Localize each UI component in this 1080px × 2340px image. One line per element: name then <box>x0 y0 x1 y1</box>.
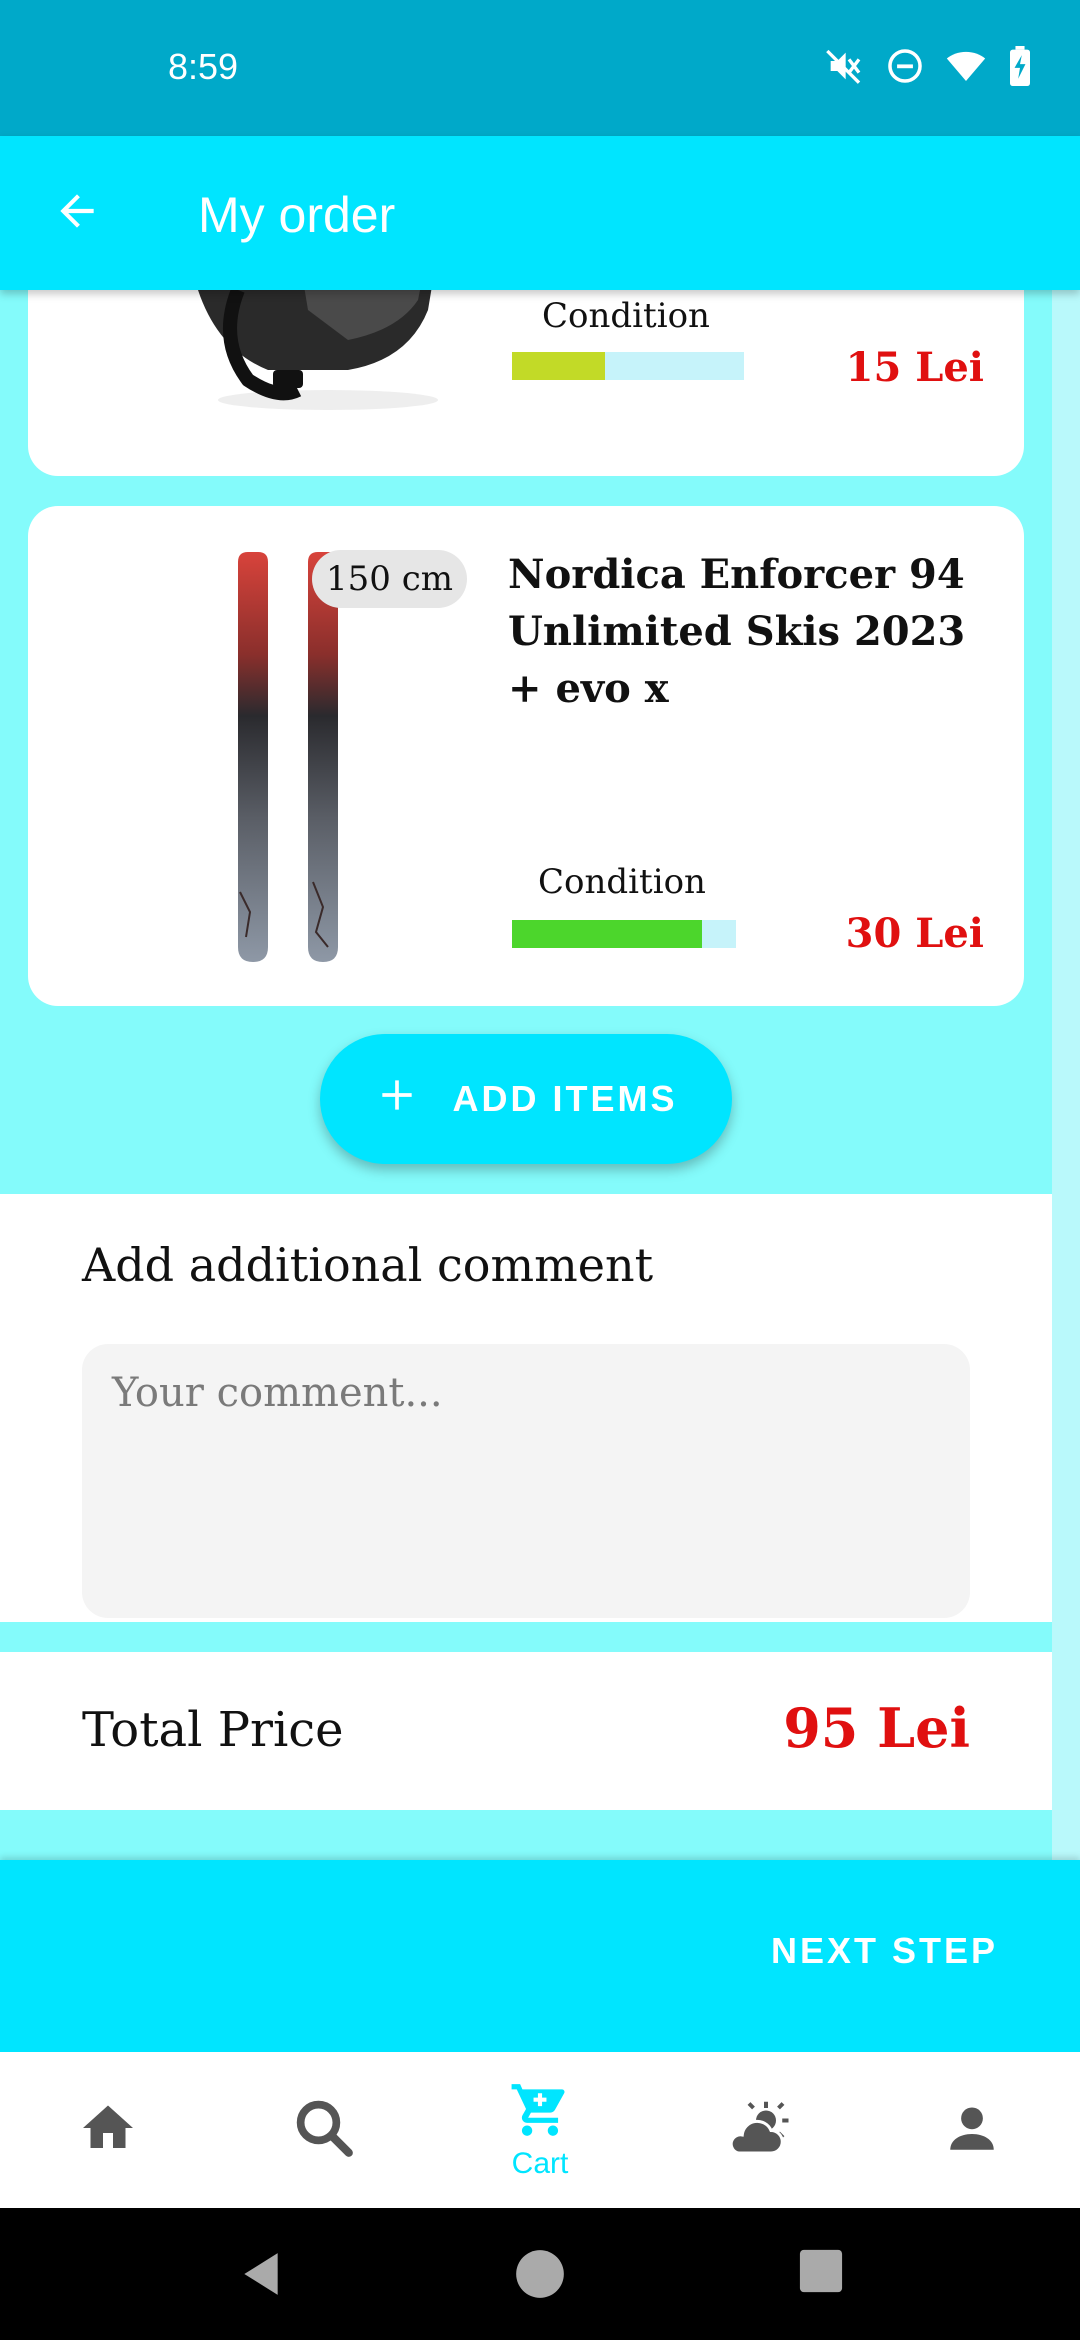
arrow-left-icon <box>52 186 102 240</box>
item-title: Nordica Enforcer 94 Unlimited Skis 2023 … <box>508 551 966 712</box>
home-circle-icon[interactable] <box>514 2248 566 2304</box>
add-items-button[interactable]: ADD ITEMS <box>320 1034 732 1164</box>
recents-square-icon[interactable] <box>798 2248 844 2298</box>
condition-fill <box>512 920 703 948</box>
condition-bar <box>512 352 744 380</box>
skis-image <box>238 552 338 962</box>
nav-home[interactable] <box>0 2052 216 2208</box>
status-icons <box>824 46 1032 86</box>
nav-search[interactable] <box>216 2052 432 2208</box>
system-nav-bar <box>0 2208 1080 2340</box>
cart-icon <box>509 2079 571 2145</box>
home-icon <box>78 2098 138 2162</box>
comment-section: Add additional comment <box>0 1194 1052 1622</box>
condition-label: Condition <box>538 862 706 902</box>
total-section: Total Price 95 Lei <box>0 1652 1052 1810</box>
condition-label: Condition <box>542 296 710 336</box>
item-price: 30 Lei <box>845 910 984 957</box>
page-title: My order <box>198 187 396 243</box>
back-button[interactable] <box>40 176 114 250</box>
size-badge: 150 cm <box>312 550 467 608</box>
nav-cart[interactable]: Cart <box>432 2052 648 2208</box>
search-icon <box>291 2095 357 2165</box>
app-bar: My order <box>0 136 1080 290</box>
condition-bar <box>512 920 736 948</box>
mute-icon <box>824 46 864 86</box>
profile-icon <box>943 2099 1001 2161</box>
item-price: 15 Lei <box>845 344 984 391</box>
add-items-label: ADD ITEMS <box>452 1078 678 1119</box>
next-step-button[interactable]: NEXT STEP <box>0 1860 1080 2052</box>
nav-cart-label: Cart <box>511 2147 569 2180</box>
dnd-icon <box>886 47 924 85</box>
scrollbar[interactable] <box>1052 290 1080 2052</box>
back-triangle-icon[interactable] <box>236 2248 286 2304</box>
plus-icon <box>375 1073 419 1126</box>
status-bar: 8:59 <box>0 0 1080 136</box>
battery-charging-icon <box>1008 46 1032 86</box>
total-value: 95 Lei <box>783 1696 970 1760</box>
comment-input[interactable] <box>82 1344 970 1618</box>
helmet-image <box>198 290 438 410</box>
order-item-card[interactable]: Condition 15 Lei <box>28 290 1024 476</box>
wifi-icon <box>946 46 986 86</box>
next-step-label: NEXT STEP <box>770 1930 998 1971</box>
status-time: 8:59 <box>168 46 239 87</box>
order-item-card[interactable]: 150 cm Nordica Enforcer 94 Unlimited Ski… <box>28 506 1024 1006</box>
nav-weather[interactable] <box>648 2052 864 2208</box>
bottom-nav: Cart <box>0 2052 1080 2208</box>
total-label: Total Price <box>82 1702 344 1758</box>
weather-icon <box>721 2097 791 2163</box>
comment-heading: Add additional comment <box>82 1238 654 1292</box>
nav-profile[interactable] <box>864 2052 1080 2208</box>
condition-fill <box>512 352 605 380</box>
order-scroll-area[interactable]: Condition 15 Lei 150 cm Nordica Enforcer… <box>0 290 1052 2052</box>
